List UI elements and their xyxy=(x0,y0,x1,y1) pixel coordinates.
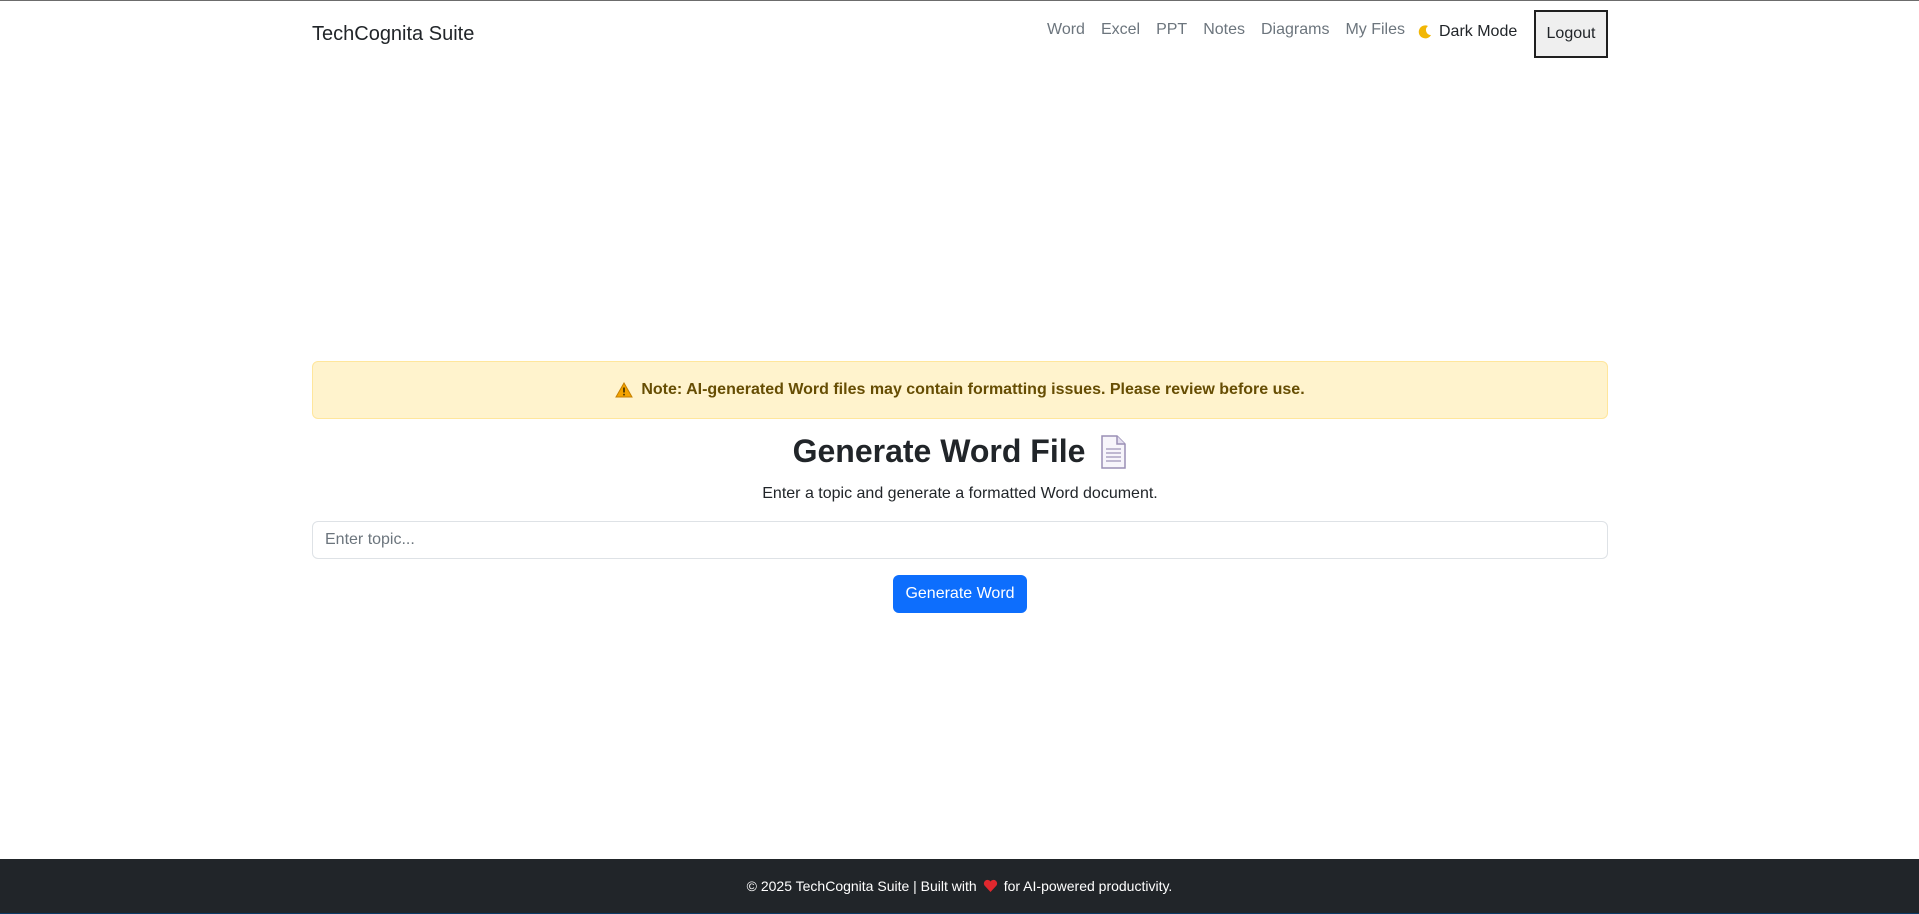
navbar: TechCognita Suite Word Excel PPT Notes D… xyxy=(312,9,1608,59)
page-title: Generate Word File xyxy=(792,433,1086,469)
generate-word-button[interactable]: Generate Word xyxy=(893,575,1027,613)
nav-link-word[interactable]: Word xyxy=(1039,21,1093,39)
nav-links: Word Excel PPT Notes Diagrams My Files xyxy=(1039,21,1413,39)
nav-link-diagrams[interactable]: Diagrams xyxy=(1253,21,1337,39)
nav-link-my-files[interactable]: My Files xyxy=(1337,21,1413,39)
dark-mode-label: Dark Mode xyxy=(1439,23,1518,40)
dark-mode-toggle[interactable]: Dark Mode xyxy=(1417,23,1517,41)
brand-link[interactable]: TechCognita Suite xyxy=(312,23,474,46)
footer-text-after: for AI-powered productivity. xyxy=(1003,878,1173,894)
heart-icon xyxy=(983,879,998,893)
logout-button[interactable]: Logout xyxy=(1534,10,1608,58)
document-icon xyxy=(1099,434,1127,469)
warning-icon xyxy=(615,381,634,398)
footer-text-before: © 2025 TechCognita Suite | Built with xyxy=(746,878,977,894)
page-subtitle: Enter a topic and generate a formatted W… xyxy=(762,485,1158,502)
topic-input[interactable] xyxy=(312,521,1608,559)
footer: © 2025 TechCognita Suite | Built with fo… xyxy=(0,859,1919,914)
warning-alert: Note: AI-generated Word files may contai… xyxy=(312,361,1608,419)
nav-link-notes[interactable]: Notes xyxy=(1195,21,1253,39)
nav-link-excel[interactable]: Excel xyxy=(1093,21,1148,39)
title-row: Generate Word File xyxy=(312,433,1608,470)
moon-icon xyxy=(1417,24,1433,40)
nav-link-ppt[interactable]: PPT xyxy=(1148,21,1195,39)
warning-text: Note: AI-generated Word files may contai… xyxy=(641,381,1305,398)
